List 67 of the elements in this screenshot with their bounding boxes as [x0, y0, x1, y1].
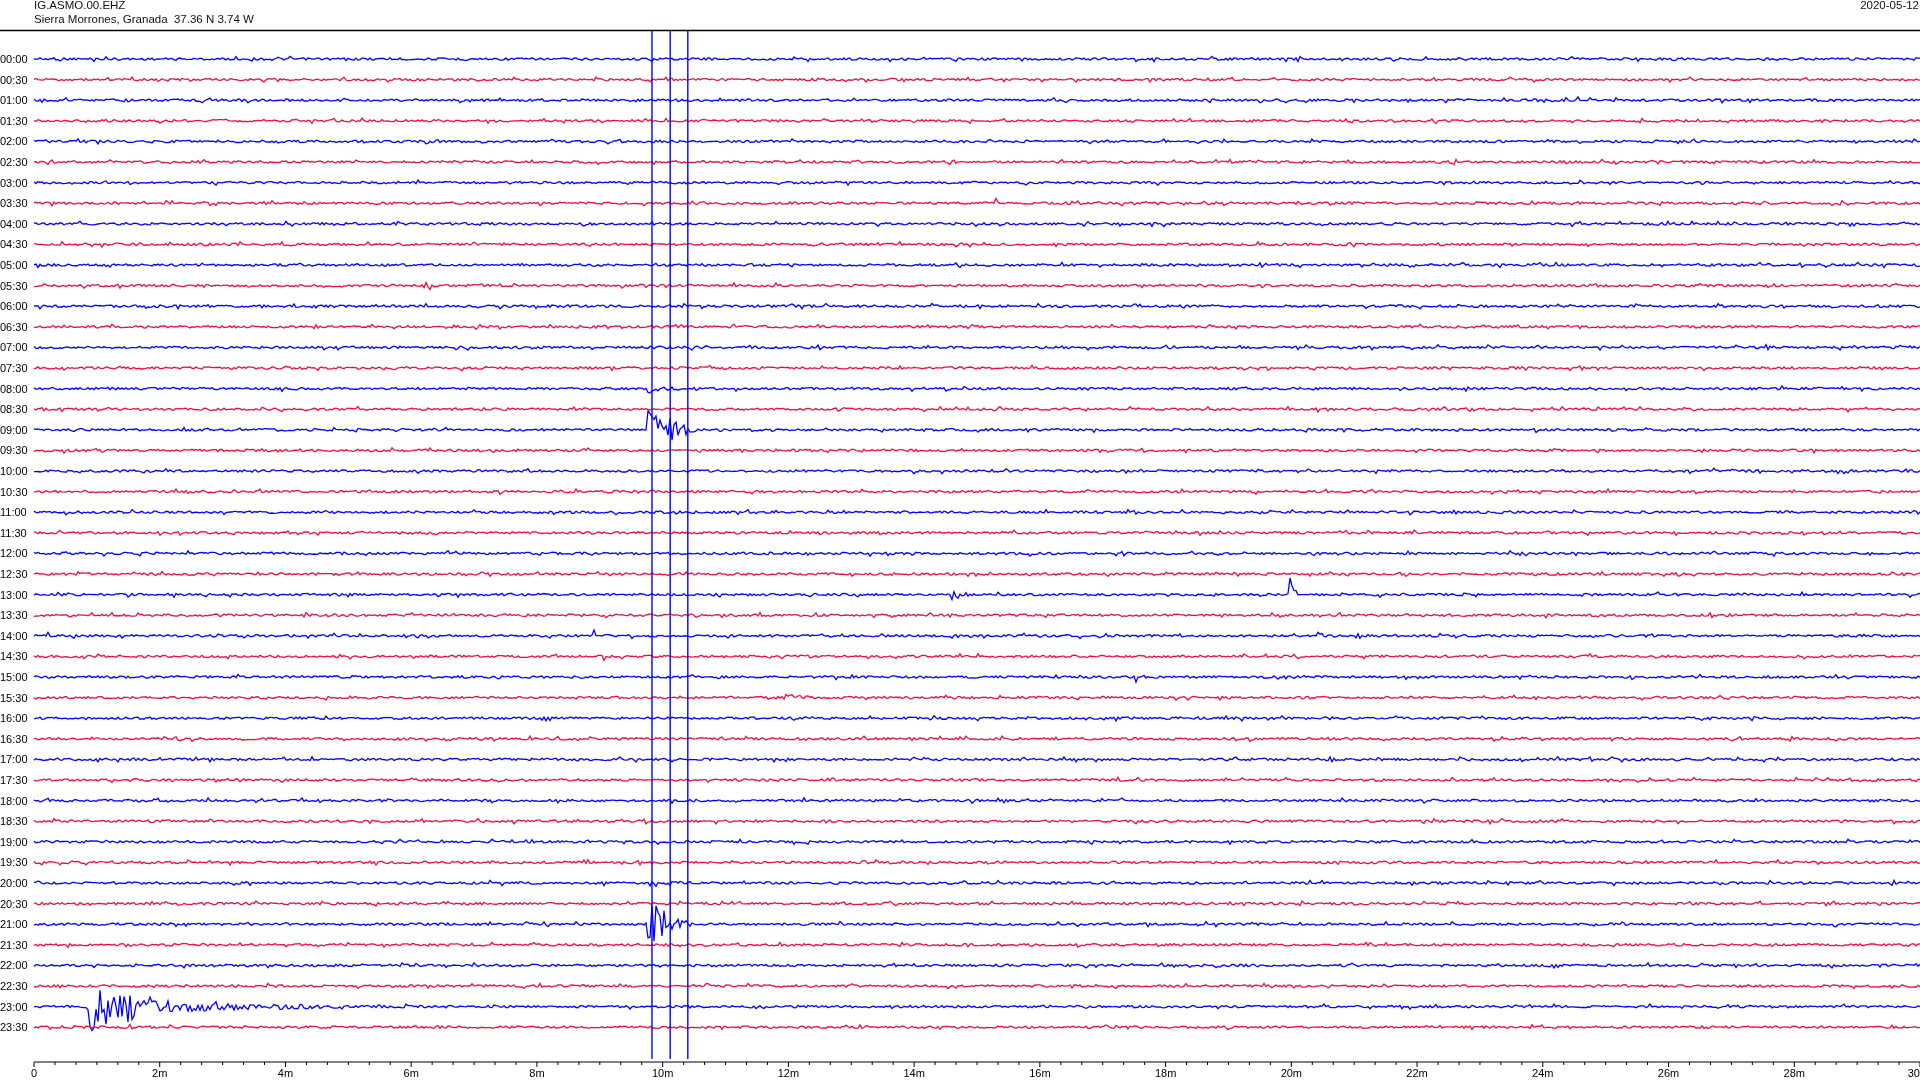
axis-tick-label: 16m	[1029, 1067, 1051, 1079]
time-label: 02:30	[0, 156, 28, 168]
time-label: 01:30	[0, 114, 28, 127]
time-label: 21:00	[0, 918, 28, 931]
axis-tick-label: 28m	[1783, 1067, 1805, 1079]
time-label: 05:00	[0, 259, 28, 271]
time-label: 06:00	[0, 300, 28, 313]
time-label: 04:30	[0, 238, 28, 251]
time-label: 18:30	[0, 815, 28, 828]
time-label: 20:30	[0, 897, 28, 910]
axis-tick-label: 14m	[903, 1067, 925, 1079]
axis-tick-label: 8m	[529, 1067, 545, 1079]
time-label: 07:00	[0, 341, 28, 354]
axis-tick-label: 18m	[1154, 1067, 1177, 1079]
time-label: 16:30	[0, 732, 28, 745]
time-label: 16:00	[0, 712, 28, 725]
time-label: 23:30	[0, 1021, 28, 1034]
time-label: 23:00	[0, 1000, 28, 1013]
axis-tick-label: 22m	[1406, 1067, 1428, 1079]
time-label: 13:30	[0, 609, 28, 622]
date-label: 2020-05-12	[1860, 0, 1919, 11]
time-label: 17:30	[0, 774, 28, 786]
time-label: 12:30	[0, 568, 28, 580]
axis-tick-label: 26m	[1657, 1067, 1680, 1079]
time-label: 03:30	[0, 197, 28, 210]
axis-tick-label: 24m	[1532, 1067, 1554, 1079]
time-label: 06:30	[0, 320, 28, 333]
axis-tick-label: 12m	[777, 1067, 800, 1079]
axis-tick-label: 4m	[277, 1067, 294, 1079]
time-label: 18:00	[0, 794, 28, 807]
time-label: 00:00	[0, 53, 28, 65]
time-label: 11:00	[0, 506, 27, 519]
time-label: 02:00	[0, 135, 28, 148]
time-label: 05:30	[0, 279, 28, 292]
time-label: 01:00	[0, 94, 28, 107]
time-label: 15:30	[0, 691, 28, 704]
time-label: 08:30	[0, 403, 28, 416]
time-label: 10:00	[0, 465, 28, 477]
time-label: 12:00	[0, 547, 28, 560]
time-label: 09:00	[0, 423, 28, 436]
time-label: 20:00	[0, 877, 28, 889]
time-label: 11:30	[0, 526, 27, 539]
time-label: 00:30	[0, 73, 28, 86]
time-label: 14:30	[0, 650, 28, 663]
axis-tick-label: 2m	[152, 1067, 168, 1079]
axis-tick-label: 0	[30, 1067, 38, 1079]
time-label: 10:30	[0, 485, 28, 498]
axis-tick-label: 6m	[403, 1067, 419, 1079]
time-label: 04:00	[0, 217, 28, 230]
time-label: 08:00	[0, 382, 28, 395]
time-label: 13:00	[0, 588, 28, 601]
time-label: 22:00	[0, 959, 28, 972]
time-label: 09:30	[0, 444, 28, 457]
time-label: 21:30	[0, 938, 28, 951]
time-label: 15:00	[0, 671, 28, 683]
station-code: IG.ASMO.00.EHZ	[34, 0, 126, 11]
axis-tick-label: 20m	[1280, 1067, 1303, 1079]
axis-tick-label: 30	[1907, 1067, 1920, 1079]
time-label: 03:00	[0, 176, 28, 189]
time-label: 17:00	[0, 753, 28, 766]
time-label: 07:30	[0, 362, 28, 374]
time-label: 19:00	[0, 835, 28, 848]
time-label: 14:00	[0, 629, 28, 642]
station-location: Sierra Morrones, Granada 37.36 N 3.74 W	[34, 13, 254, 25]
time-label: 22:30	[0, 980, 28, 992]
time-label: 19:30	[0, 856, 28, 869]
axis-tick-label: 10m	[651, 1067, 674, 1079]
